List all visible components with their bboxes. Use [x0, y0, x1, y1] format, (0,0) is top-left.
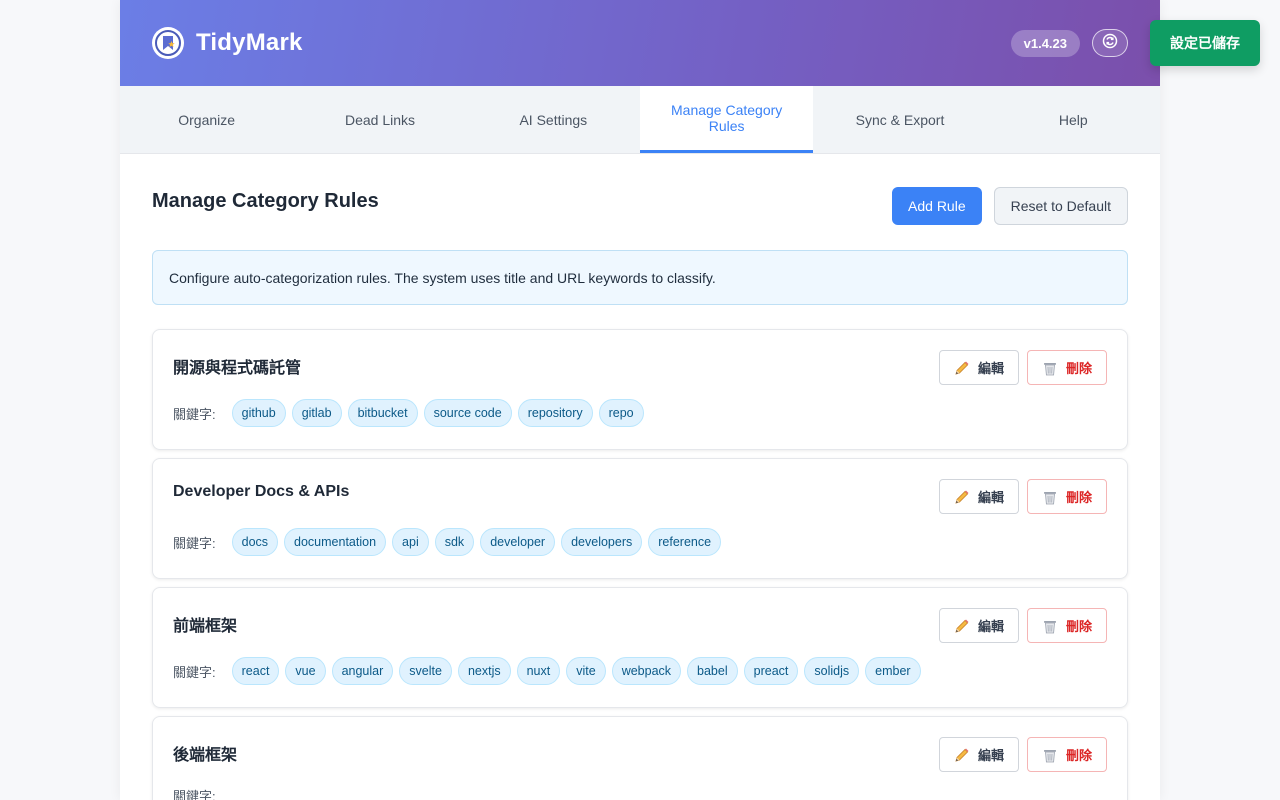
delete-label: 刪除	[1065, 748, 1092, 763]
keywords-label: 關鍵字:	[173, 406, 216, 422]
version-badge: v1.4.23	[1010, 29, 1080, 57]
pencil-icon	[954, 747, 970, 763]
keyword-chip: nuxt	[516, 657, 561, 685]
add-rule-button[interactable]: Add Rule	[892, 187, 982, 225]
keyword-chip: svelte	[399, 657, 452, 685]
edit-rule-button[interactable]: 編輯	[939, 479, 1019, 514]
pencil-icon	[954, 489, 970, 505]
tab-dead-links[interactable]: Dead Links	[293, 86, 466, 153]
delete-rule-button[interactable]: 刪除	[1027, 350, 1107, 385]
keyword-list: docs documentation api sdk developer develope…	[231, 528, 722, 556]
keyword-chip: repository	[517, 399, 593, 427]
keyword-chip: webpack	[611, 657, 682, 685]
keyword-chip: developer	[480, 528, 556, 556]
keyword-chip: vue	[285, 657, 326, 685]
keyword-chip: babel	[687, 657, 738, 685]
rule-name: 前端框架	[173, 618, 238, 635]
edit-label: 編輯	[977, 619, 1004, 634]
delete-rule-button[interactable]: 刪除	[1027, 608, 1107, 643]
rule-name: 開源與程式碼託管	[173, 360, 302, 377]
keyword-chip: preact	[743, 657, 799, 685]
keyword-chip: sdk	[434, 528, 475, 556]
keyword-chip: documentation	[284, 528, 387, 556]
keyword-chip: react	[231, 657, 280, 685]
keyword-chip: bitbucket	[347, 399, 418, 427]
app-container: TidyMark v1.4.23 Organize Dead Links AI Se…	[120, 0, 1160, 800]
tab-help[interactable]: Help	[987, 86, 1160, 153]
sync-icon	[1102, 33, 1118, 54]
tab-ai-settings[interactable]: AI Settings	[467, 86, 640, 153]
bookmark-star-icon	[152, 27, 184, 59]
keyword-chip: ember	[865, 657, 921, 685]
rule-card: Developer Docs & APIs 編輯 刪除關鍵字: docs documen…	[152, 458, 1128, 579]
delete-label: 刪除	[1065, 361, 1092, 376]
keyword-chip: repo	[598, 399, 644, 427]
rules-list: 開源與程式碼託管 編輯 刪除 關鍵字: github gitlab bitbucket sou…	[152, 329, 1128, 800]
keywords-label: 關鍵字:	[173, 789, 216, 800]
edit-rule-button[interactable]: 編輯	[939, 350, 1019, 385]
main-content: Manage Category Rules Add Rule Reset to …	[120, 154, 1160, 800]
delete-rule-button[interactable]: 刪除	[1027, 479, 1107, 514]
edit-label: 編輯	[977, 361, 1004, 376]
pencil-icon	[954, 360, 970, 376]
rule-name: Developer Docs & APIs	[173, 483, 350, 500]
keyword-chip: api	[392, 528, 429, 556]
keyword-chip: vite	[566, 657, 606, 685]
keyword-chip: docs	[231, 528, 279, 556]
rule-card: 前端框架 編輯 刪除關鍵字: react vue angular svelte nextjs n…	[152, 587, 1128, 708]
trash-icon	[1042, 747, 1058, 763]
trash-icon	[1042, 360, 1058, 376]
edit-rule-button[interactable]: 編輯	[939, 608, 1019, 643]
keyword-chip: gitlab	[291, 399, 342, 427]
app-title: TidyMark	[196, 29, 303, 56]
pencil-icon	[954, 618, 970, 634]
rule-card: 後端框架 編輯 刪除關鍵字:	[152, 716, 1128, 800]
tab-sync-export[interactable]: Sync & Export	[813, 86, 986, 153]
info-text: Configure auto-categorization rules. The…	[169, 269, 716, 286]
edit-label: 編輯	[977, 748, 1004, 763]
keyword-chip: reference	[648, 528, 722, 556]
info-banner: Configure auto-categorization rules. The…	[152, 250, 1128, 305]
app-header: TidyMark v1.4.23	[120, 0, 1160, 86]
edit-rule-button[interactable]: 編輯	[939, 737, 1019, 772]
tab-bar: Organize Dead Links AI Settings Manage Cate…	[120, 86, 1160, 154]
keyword-list: github gitlab bitbucket source code reposito…	[231, 399, 644, 427]
reset-to-default-button[interactable]: Reset to Default	[993, 187, 1128, 225]
delete-rule-button[interactable]: 刪除	[1027, 737, 1107, 772]
sync-button[interactable]	[1092, 29, 1128, 57]
keyword-chip: angular	[331, 657, 394, 685]
tab-organize[interactable]: Organize	[120, 86, 293, 153]
trash-icon	[1042, 618, 1058, 634]
keyword-chip: source code	[423, 399, 512, 427]
keywords-label: 關鍵字:	[173, 535, 216, 551]
keyword-chip: nextjs	[457, 657, 511, 685]
page-title: Manage Category Rules	[152, 190, 379, 212]
keywords-label: 關鍵字:	[173, 664, 216, 680]
edit-label: 編輯	[977, 490, 1004, 505]
tab-manage-category-rules[interactable]: Manage Category Rules	[639, 86, 814, 153]
settings-saved-toast: 設定已儲存	[1150, 20, 1260, 66]
delete-label: 刪除	[1065, 490, 1092, 505]
trash-icon	[1042, 489, 1058, 505]
delete-label: 刪除	[1065, 619, 1092, 634]
rule-name: 後端框架	[173, 747, 238, 764]
rule-card: 開源與程式碼託管 編輯 刪除關鍵字: github gitlab bitbucket sou…	[152, 329, 1128, 450]
keyword-chip: developers	[561, 528, 643, 556]
keyword-list: react vue angular svelte nextjs nuxt vite webpa…	[231, 657, 921, 685]
keyword-chip: github	[231, 399, 286, 427]
keyword-chip: solidjs	[804, 657, 860, 685]
